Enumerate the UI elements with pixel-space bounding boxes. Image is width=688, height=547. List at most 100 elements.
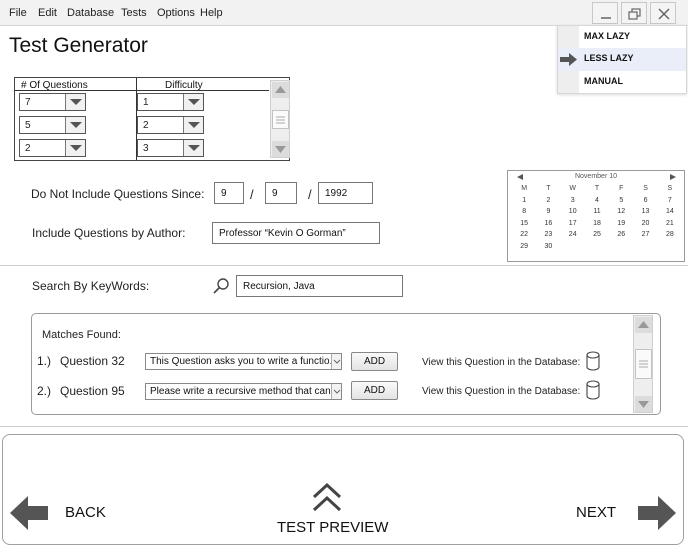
- question-count-select[interactable]: 7: [19, 93, 86, 111]
- calendar-day[interactable]: 7: [658, 196, 682, 207]
- match-preview-select[interactable]: This Question asks you to write a functi…: [145, 353, 342, 370]
- triangle-down-icon: [638, 401, 649, 408]
- calendar-day[interactable]: 15: [512, 219, 536, 230]
- mode-option-max-lazy[interactable]: MAX LAZY: [558, 26, 686, 49]
- menu-tests[interactable]: Tests: [121, 7, 147, 19]
- calendar: November 10 M T W T F S S 1 2 3 4 5 6 7 8 9 10 11 12 13 14 15…: [507, 170, 685, 262]
- search-icon[interactable]: [212, 277, 230, 295]
- database-icon[interactable]: [586, 380, 600, 400]
- match-question-name: Question 95: [60, 384, 125, 398]
- calendar-day[interactable]: 3: [561, 196, 585, 207]
- calendar-day[interactable]: 11: [585, 207, 609, 218]
- add-button[interactable]: ADD: [351, 381, 398, 400]
- calendar-weekday: S: [667, 185, 673, 192]
- question-count-select[interactable]: 2: [19, 139, 86, 157]
- restore-button[interactable]: [621, 2, 647, 24]
- calendar-day[interactable]: 13: [633, 207, 657, 218]
- calendar-day[interactable]: 22: [512, 230, 536, 241]
- page-title: Test Generator: [9, 34, 148, 57]
- chevron-down-icon: [188, 122, 200, 128]
- triangle-up-icon: [275, 86, 286, 93]
- calendar-day[interactable]: 30: [536, 242, 560, 253]
- menu-file[interactable]: File: [9, 7, 27, 19]
- calendar-day[interactable]: 20: [633, 219, 657, 230]
- test-preview-button[interactable]: TEST PREVIEW: [277, 519, 388, 536]
- calendar-next-icon[interactable]: [669, 173, 677, 181]
- mode-option-label: MAX LAZY: [584, 31, 630, 41]
- scroll-up-button[interactable]: [272, 82, 289, 98]
- calendar-day[interactable]: 26: [609, 230, 633, 241]
- mode-option-less-lazy[interactable]: LESS LAZY: [558, 48, 686, 71]
- scroll-up-button[interactable]: [635, 317, 652, 333]
- calendar-day[interactable]: 8: [512, 207, 536, 218]
- date-separator: /: [250, 187, 254, 202]
- matches-scrollbar[interactable]: [633, 315, 653, 413]
- calendar-day[interactable]: 14: [658, 207, 682, 218]
- search-input[interactable]: Recursion, Java: [236, 275, 403, 297]
- calendar-weekday: M: [521, 185, 528, 192]
- menu-edit[interactable]: Edit: [38, 7, 57, 19]
- calendar-day[interactable]: 25: [585, 230, 609, 241]
- since-month-input[interactable]: 9: [214, 182, 244, 204]
- calendar-day[interactable]: 2: [536, 196, 560, 207]
- calendar-day[interactable]: 21: [658, 219, 682, 230]
- triangle-up-icon: [638, 321, 649, 328]
- question-count-select[interactable]: 5: [19, 116, 86, 134]
- calendar-day[interactable]: 24: [561, 230, 585, 241]
- grid-scrollbar[interactable]: [270, 80, 290, 158]
- calendar-day[interactable]: 4: [585, 196, 609, 207]
- difficulty-select[interactable]: 1: [137, 93, 204, 111]
- search-label: Search By KeyWords:: [32, 279, 150, 293]
- menu-options[interactable]: Options: [157, 7, 195, 19]
- calendar-day[interactable]: 23: [536, 230, 560, 241]
- author-input[interactable]: Professor “Kevin O Gorman”: [212, 222, 380, 244]
- calendar-day[interactable]: 12: [609, 207, 633, 218]
- close-icon: [658, 8, 670, 20]
- calendar-day[interactable]: 10: [561, 207, 585, 218]
- calendar-day[interactable]: 19: [609, 219, 633, 230]
- since-label: Do Not Include Questions Since:: [31, 187, 205, 201]
- chevron-down-icon: [188, 99, 200, 105]
- calendar-day[interactable]: 28: [658, 230, 682, 241]
- next-button[interactable]: NEXT: [576, 504, 616, 521]
- calendar-day[interactable]: 9: [536, 207, 560, 218]
- calendar-day[interactable]: 1: [512, 196, 536, 207]
- since-day-input[interactable]: 9: [265, 182, 297, 204]
- difficulty-select[interactable]: 2: [137, 116, 204, 134]
- match-preview-select[interactable]: Please write a recursive method that can…: [145, 383, 342, 400]
- back-button[interactable]: BACK: [65, 504, 106, 521]
- bottom-navigation: BACK TEST PREVIEW NEXT: [2, 434, 684, 545]
- scroll-down-button[interactable]: [635, 396, 652, 412]
- chevron-down-icon: [70, 122, 82, 128]
- calendar-day[interactable]: 29: [512, 242, 536, 253]
- arrow-left-icon[interactable]: [10, 496, 50, 530]
- calendar-day[interactable]: 18: [585, 219, 609, 230]
- scroll-down-button[interactable]: [272, 141, 289, 157]
- database-icon[interactable]: [586, 351, 600, 371]
- calendar-day[interactable]: 16: [536, 219, 560, 230]
- arrow-right-icon[interactable]: [636, 496, 676, 530]
- mode-option-manual[interactable]: MANUAL: [558, 71, 686, 94]
- matches-panel: Matches Found: 1.) Question 32 This Ques…: [31, 313, 661, 415]
- calendar-day[interactable]: 6: [633, 196, 657, 207]
- minimize-button[interactable]: [592, 2, 618, 24]
- section-divider: [0, 426, 688, 427]
- double-chevron-up-icon[interactable]: [311, 482, 343, 514]
- scroll-thumb[interactable]: [635, 349, 652, 379]
- chevron-down-icon: [333, 359, 341, 364]
- calendar-day[interactable]: 5: [609, 196, 633, 207]
- menu-database[interactable]: Database: [67, 7, 114, 19]
- calendar-weekday: F: [619, 185, 624, 192]
- match-index: 2.): [37, 384, 52, 398]
- section-divider: [0, 265, 688, 266]
- since-year-input[interactable]: 1992: [318, 182, 373, 204]
- grid-header-line: [15, 90, 269, 91]
- close-button[interactable]: [650, 2, 676, 24]
- scroll-thumb[interactable]: [272, 110, 289, 129]
- calendar-day[interactable]: 17: [561, 219, 585, 230]
- menu-help[interactable]: Help: [200, 7, 223, 19]
- add-button[interactable]: ADD: [351, 352, 398, 371]
- calendar-day[interactable]: 27: [633, 230, 657, 241]
- difficulty-select[interactable]: 3: [137, 139, 204, 157]
- calendar-weekday: W: [569, 185, 576, 192]
